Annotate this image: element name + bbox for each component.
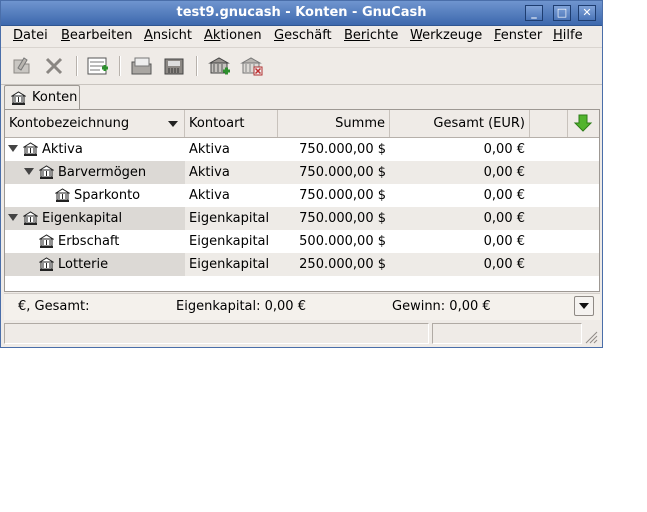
- main-window: test9.gnucash - Konten - GnuCash _ □ ✕ D…: [0, 0, 603, 348]
- delete-icon[interactable]: [41, 54, 67, 78]
- summary-bar: €, Gesamt: Eigenkapital: 0,00 € Gewinn: …: [4, 293, 600, 320]
- menu-berichte[interactable]: Berichte: [344, 28, 398, 43]
- status-progress-area: [432, 323, 582, 344]
- bank-icon: [10, 91, 27, 106]
- account-name: Eigenkapital: [42, 211, 123, 226]
- column-header-spacer: [530, 110, 568, 137]
- summary-dropdown-button[interactable]: [574, 296, 594, 316]
- status-message-area: [4, 323, 429, 344]
- table-row[interactable]: Erbschaft Eigenkapital 500.000,00 $ 0,00…: [5, 230, 599, 253]
- column-header-total[interactable]: Gesamt (EUR): [390, 110, 530, 137]
- accounts-tree: Kontobezeichnung Kontoart Summe Gesamt (…: [4, 109, 600, 292]
- toolbar-separator: [76, 56, 78, 76]
- bank-icon: [22, 211, 39, 226]
- menu-ansicht[interactable]: Ansicht: [144, 28, 192, 43]
- account-type: Aktiva: [189, 142, 230, 157]
- close-icon[interactable]: ✕: [578, 5, 596, 21]
- column-header-label: Gesamt (EUR): [433, 116, 525, 131]
- bank-icon: [22, 142, 39, 157]
- column-header-label: Kontobezeichnung: [9, 116, 130, 131]
- menu-aktionen[interactable]: Aktionen: [204, 28, 262, 43]
- column-header-sum[interactable]: Summe: [278, 110, 390, 137]
- account-total: 0,00 €: [483, 234, 525, 249]
- account-type: Eigenkapital: [189, 234, 270, 249]
- save-file-icon[interactable]: [161, 54, 187, 78]
- table-row[interactable]: Barvermögen Aktiva 750.000,00 $ 0,00 €: [5, 161, 599, 184]
- account-total: 0,00 €: [483, 257, 525, 272]
- status-bar: [1, 322, 602, 347]
- chevron-down-icon: [579, 303, 589, 309]
- account-total: 0,00 €: [483, 142, 525, 157]
- tab-konten[interactable]: Konten: [4, 85, 80, 110]
- maximize-icon[interactable]: □: [553, 5, 571, 21]
- expander-icon[interactable]: [8, 145, 18, 152]
- menu-hilfe[interactable]: Hilfe: [553, 28, 583, 43]
- column-select-button[interactable]: [568, 110, 599, 137]
- table-header: Kontobezeichnung Kontoart Summe Gesamt (…: [5, 110, 599, 138]
- account-name: Aktiva: [42, 142, 83, 157]
- delete-account-icon[interactable]: [238, 54, 264, 78]
- toolbar-separator: [119, 56, 121, 76]
- open-file-icon[interactable]: [129, 54, 155, 78]
- window-title: test9.gnucash - Konten - GnuCash: [176, 5, 427, 20]
- table-row[interactable]: Lotterie Eigenkapital 250.000,00 $ 0,00 …: [5, 253, 599, 276]
- account-sum: 500.000,00 $: [299, 234, 386, 249]
- menu-geschaeft[interactable]: Geschäft: [274, 28, 332, 43]
- menu-datei[interactable]: Datei: [13, 28, 48, 43]
- account-type: Eigenkapital: [189, 257, 270, 272]
- bank-icon: [38, 165, 55, 180]
- table-row[interactable]: Sparkonto Aktiva 750.000,00 $ 0,00 €: [5, 184, 599, 207]
- toolbar-separator: [196, 56, 198, 76]
- bank-icon: [54, 188, 71, 203]
- tab-label: Konten: [32, 90, 78, 105]
- account-sum: 750.000,00 $: [299, 211, 386, 226]
- account-total: 0,00 €: [483, 165, 525, 180]
- account-type: Aktiva: [189, 188, 230, 203]
- notebook-tabs: Konten: [1, 85, 602, 110]
- column-header-label: Kontoart: [189, 116, 245, 131]
- menu-werkzeuge[interactable]: Werkzeuge: [410, 28, 482, 43]
- menubar: Datei Bearbeiten Ansicht Aktionen Geschä…: [1, 25, 602, 47]
- column-header-label: Summe: [335, 116, 385, 131]
- toolbar: [1, 47, 602, 85]
- bank-icon: [38, 257, 55, 272]
- minimize-icon[interactable]: _: [525, 5, 543, 21]
- new-transaction-icon[interactable]: [85, 54, 111, 78]
- open-account-icon[interactable]: [9, 54, 35, 78]
- menu-bearbeiten[interactable]: Bearbeiten: [61, 28, 132, 43]
- table-row[interactable]: Aktiva Aktiva 750.000,00 $ 0,00 €: [5, 138, 599, 161]
- menu-fenster[interactable]: Fenster: [494, 28, 542, 43]
- account-sum: 750.000,00 $: [299, 188, 386, 203]
- account-total: 0,00 €: [483, 188, 525, 203]
- summary-profit: Gewinn: 0,00 €: [392, 299, 491, 314]
- title-bar[interactable]: test9.gnucash - Konten - GnuCash _ □ ✕: [1, 1, 602, 26]
- new-account-icon[interactable]: [206, 54, 232, 78]
- expander-icon[interactable]: [8, 214, 18, 221]
- account-name: Erbschaft: [58, 234, 120, 249]
- account-name: Barvermögen: [58, 165, 147, 180]
- summary-equity: Eigenkapital: 0,00 €: [176, 299, 306, 314]
- account-sum: 750.000,00 $: [299, 165, 386, 180]
- account-name: Sparkonto: [74, 188, 141, 203]
- account-sum: 750.000,00 $: [299, 142, 386, 157]
- expander-icon[interactable]: [24, 168, 34, 175]
- table-row[interactable]: Eigenkapital Eigenkapital 750.000,00 $ 0…: [5, 207, 599, 230]
- account-total: 0,00 €: [483, 211, 525, 226]
- account-type: Eigenkapital: [189, 211, 270, 226]
- summary-currency: €, Gesamt:: [18, 299, 90, 314]
- bank-icon: [38, 234, 55, 249]
- arrow-down-icon: [168, 121, 178, 127]
- column-header-name[interactable]: Kontobezeichnung: [5, 110, 185, 137]
- account-name: Lotterie: [58, 257, 109, 272]
- resize-grip-icon[interactable]: [584, 330, 598, 348]
- account-sum: 250.000,00 $: [299, 257, 386, 272]
- column-header-type[interactable]: Kontoart: [185, 110, 278, 137]
- account-type: Aktiva: [189, 165, 230, 180]
